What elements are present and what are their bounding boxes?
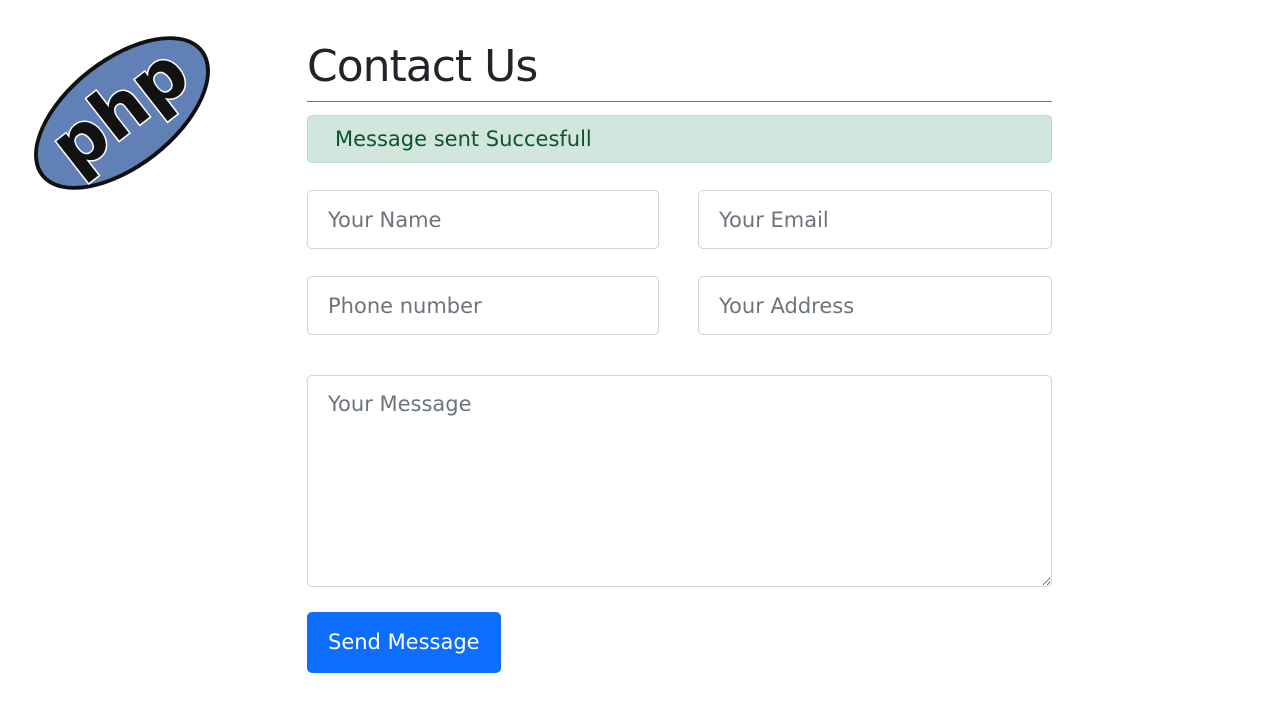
- form-row-1: [307, 190, 1052, 249]
- php-logo-icon: php: [26, 30, 218, 196]
- send-message-button[interactable]: Send Message: [307, 612, 501, 673]
- address-input[interactable]: [698, 276, 1052, 335]
- name-input[interactable]: [307, 190, 659, 249]
- title-divider: [307, 101, 1052, 102]
- form-row-2: [307, 276, 1052, 335]
- contact-form-container: Contact Us Message sent Succesfull Send …: [307, 36, 1052, 673]
- page-title: Contact Us: [307, 41, 538, 92]
- success-alert: Message sent Succesfull: [307, 115, 1052, 163]
- message-textarea[interactable]: [307, 375, 1052, 587]
- email-input[interactable]: [698, 190, 1052, 249]
- phone-input[interactable]: [307, 276, 659, 335]
